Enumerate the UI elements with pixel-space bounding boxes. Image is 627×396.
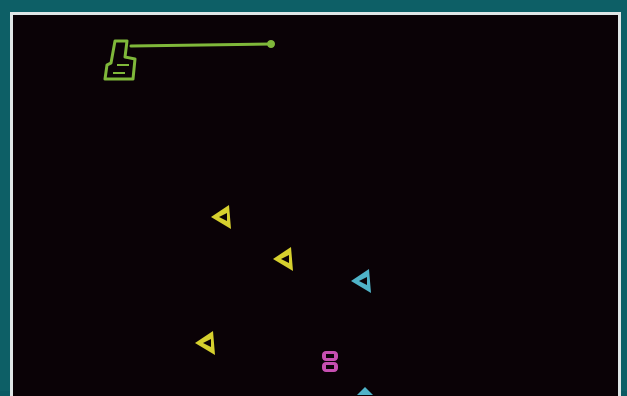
creature-icon: [322, 351, 338, 372]
triangle-ship-icon: [211, 205, 231, 229]
enemy-ship-yellow: [271, 245, 295, 273]
game-playfield[interactable]: [10, 12, 621, 396]
triangle-ship-icon: [195, 331, 215, 355]
enemy-ship-yellow: [193, 329, 217, 357]
enemy-ship-yellow: [209, 203, 233, 231]
enemy-ship-cyan: [349, 267, 373, 295]
cannon-icon: [103, 39, 275, 81]
enemy-partial-cyan: [355, 385, 375, 395]
game-window-frame: [0, 0, 627, 396]
triangle-ship-icon: [357, 387, 373, 395]
enemy-creature-magenta: [319, 349, 341, 375]
triangle-ship-icon: [273, 247, 293, 271]
triangle-ship-icon: [351, 269, 371, 293]
player-cannon: [101, 35, 281, 85]
